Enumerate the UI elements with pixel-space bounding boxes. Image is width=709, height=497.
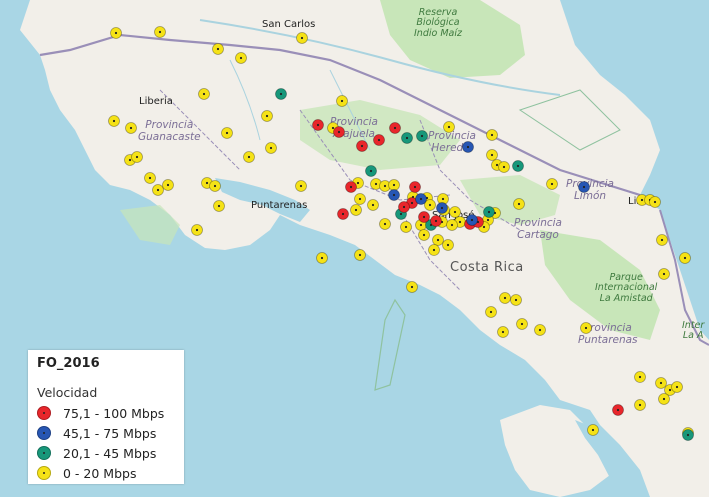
map-marker[interactable]	[416, 130, 428, 142]
map-marker[interactable]	[221, 127, 233, 139]
map-marker[interactable]	[430, 215, 442, 227]
map-marker[interactable]	[498, 161, 510, 173]
map-marker[interactable]	[209, 180, 221, 192]
map-marker[interactable]	[671, 381, 683, 393]
map-marker[interactable]	[345, 181, 357, 193]
map-marker[interactable]	[634, 399, 646, 411]
map-marker[interactable]	[110, 27, 122, 39]
map-marker[interactable]	[634, 371, 646, 383]
map-marker[interactable]	[415, 193, 427, 205]
map-marker[interactable]	[162, 179, 174, 191]
map-marker[interactable]	[131, 151, 143, 163]
map-marker[interactable]	[312, 119, 324, 131]
map-marker[interactable]	[108, 115, 120, 127]
map-marker[interactable]	[655, 377, 667, 389]
map-marker[interactable]	[682, 429, 694, 441]
legend-subtitle: Velocidad	[37, 385, 98, 400]
map-marker[interactable]	[213, 200, 225, 212]
legend-swatch-75-100	[37, 406, 51, 420]
legend-label-20-45: 20,1 - 45 Mbps	[63, 445, 157, 461]
map-marker[interactable]	[354, 249, 366, 261]
map-marker[interactable]	[333, 126, 345, 138]
map-marker[interactable]	[401, 132, 413, 144]
map-marker[interactable]	[449, 206, 461, 218]
map-marker[interactable]	[406, 281, 418, 293]
map-marker[interactable]	[510, 294, 522, 306]
map-marker[interactable]	[486, 149, 498, 161]
map-marker[interactable]	[499, 292, 511, 304]
map-marker[interactable]	[191, 224, 203, 236]
legend-swatch-20-45	[37, 446, 51, 460]
map-marker[interactable]	[462, 141, 474, 153]
map-marker[interactable]	[198, 88, 210, 100]
map-marker[interactable]	[656, 234, 668, 246]
map-marker[interactable]	[534, 324, 546, 336]
legend-title: FO_2016	[37, 356, 100, 371]
map-marker[interactable]	[379, 218, 391, 230]
map-marker[interactable]	[443, 121, 455, 133]
map-marker[interactable]	[367, 199, 379, 211]
map-marker[interactable]	[485, 306, 497, 318]
map-marker[interactable]	[516, 318, 528, 330]
map-marker[interactable]	[546, 178, 558, 190]
map-marker[interactable]	[350, 204, 362, 216]
legend-item-0-20: 0 - 20 Mbps	[37, 464, 136, 482]
map-marker[interactable]	[337, 208, 349, 220]
map-marker[interactable]	[580, 322, 592, 334]
map-marker[interactable]	[428, 244, 440, 256]
map-marker[interactable]	[466, 214, 478, 226]
legend-swatch-45-75	[37, 426, 51, 440]
map-marker[interactable]	[513, 198, 525, 210]
map-marker[interactable]	[354, 193, 366, 205]
legend-item-75-100: 75,1 - 100 Mbps	[37, 404, 164, 422]
map-marker[interactable]	[125, 122, 137, 134]
map-marker[interactable]	[388, 179, 400, 191]
map-marker[interactable]	[400, 221, 412, 233]
map-marker[interactable]	[295, 180, 307, 192]
map-marker[interactable]	[679, 252, 691, 264]
map-marker[interactable]	[356, 140, 368, 152]
legend-item-45-75: 45,1 - 75 Mbps	[37, 424, 156, 442]
map-marker[interactable]	[261, 110, 273, 122]
map-marker[interactable]	[296, 32, 308, 44]
map-marker[interactable]	[316, 252, 328, 264]
map-marker[interactable]	[336, 95, 348, 107]
map-marker[interactable]	[587, 424, 599, 436]
map-marker[interactable]	[373, 134, 385, 146]
map-marker[interactable]	[275, 88, 287, 100]
map-marker[interactable]	[442, 239, 454, 251]
map-marker[interactable]	[418, 229, 430, 241]
map-marker[interactable]	[388, 189, 400, 201]
map-marker[interactable]	[486, 129, 498, 141]
map-marker[interactable]	[365, 165, 377, 177]
map-marker[interactable]	[649, 196, 661, 208]
map-marker[interactable]	[658, 393, 670, 405]
legend-label-75-100: 75,1 - 100 Mbps	[63, 405, 165, 421]
legend: FO_2016 Velocidad 75,1 - 100 Mbps 45,1 -…	[28, 350, 184, 484]
map-marker[interactable]	[497, 326, 509, 338]
map-marker[interactable]	[578, 181, 590, 193]
map-marker[interactable]	[483, 206, 495, 218]
map-marker[interactable]	[265, 142, 277, 154]
map-marker[interactable]	[144, 172, 156, 184]
legend-swatch-0-20	[37, 466, 51, 480]
map-marker[interactable]	[658, 268, 670, 280]
map-marker[interactable]	[436, 202, 448, 214]
map-marker[interactable]	[152, 184, 164, 196]
map-marker[interactable]	[512, 160, 524, 172]
map-marker[interactable]	[612, 404, 624, 416]
map-marker[interactable]	[243, 151, 255, 163]
map-marker[interactable]	[432, 234, 444, 246]
legend-label-0-20: 0 - 20 Mbps	[63, 465, 137, 481]
map-marker[interactable]	[154, 26, 166, 38]
legend-label-45-75: 45,1 - 75 Mbps	[63, 425, 157, 441]
map-marker[interactable]	[389, 122, 401, 134]
map-marker[interactable]	[398, 201, 410, 213]
legend-item-20-45: 20,1 - 45 Mbps	[37, 444, 156, 462]
map-marker[interactable]	[409, 181, 421, 193]
map-marker[interactable]	[446, 219, 458, 231]
map-marker[interactable]	[418, 211, 430, 223]
map-marker[interactable]	[235, 52, 247, 64]
map-marker[interactable]	[212, 43, 224, 55]
